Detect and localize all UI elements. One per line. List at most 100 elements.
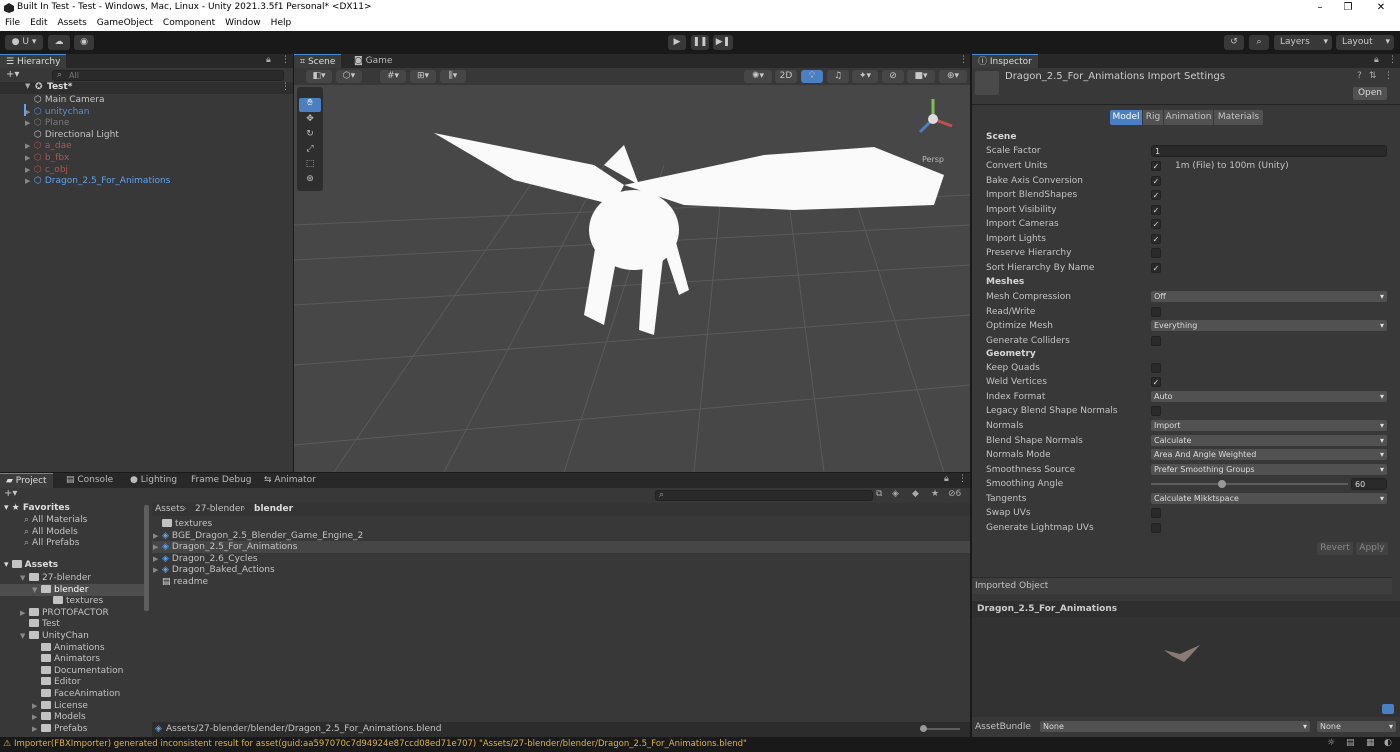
tab-animator[interactable]: ⇆ Animator — [258, 473, 322, 488]
tree-item[interactable]: ▶ PROTOFACTOR — [0, 607, 144, 619]
debug-icon[interactable]: ☼ — [1327, 738, 1335, 748]
open-button[interactable]: Open — [1353, 87, 1387, 100]
tag-icon[interactable]: ◆ — [912, 489, 919, 499]
smoothing-angle-slider[interactable] — [1151, 480, 1348, 488]
expand-arrow-icon[interactable]: ▶ — [25, 140, 30, 152]
hierarchy-item[interactable]: ▶ ⬡ unitychan — [25, 106, 90, 118]
expand-arrow-icon[interactable]: ▶ — [153, 564, 158, 576]
index-format-dropdown[interactable]: Auto — [1151, 391, 1387, 402]
expand-arrow-icon[interactable]: ▶ — [153, 530, 158, 542]
lock-icon[interactable]: 🔒︎ — [1374, 55, 1379, 65]
menu-assets[interactable]: Assets — [53, 16, 92, 28]
file-item[interactable]: ▶ ◈ Dragon_2.5_For_Animations — [152, 541, 970, 554]
bake-axis-checkbox[interactable]: ✓ — [1151, 176, 1161, 186]
shading-mode-icon[interactable]: ✺▾ — [744, 70, 772, 83]
file-item[interactable]: ▶ ◈ Dragon_2.6_Cycles — [152, 553, 970, 565]
favorites-header[interactable]: ▾ ★ Favorites — [4, 503, 70, 513]
collab-icon[interactable]: ◉ — [74, 35, 94, 50]
gizmos-icon[interactable]: ⊕▾ — [939, 70, 967, 83]
hierarchy-item[interactable]: ⬡ Main Camera — [34, 94, 105, 106]
tab-console[interactable]: ▤ Console — [60, 473, 119, 488]
expand-arrow-icon[interactable]: ▶ — [25, 152, 30, 164]
settings-icon[interactable]: ⇅ — [1369, 71, 1377, 81]
expand-arrow-icon[interactable]: ▶ — [25, 117, 30, 129]
more-menu-icon[interactable]: ⋮ — [1384, 71, 1393, 81]
file-item[interactable]: ▶ ◈ Dragon_Baked_Actions — [152, 564, 970, 576]
tree-item[interactable]: ▶ Prefabs — [0, 723, 144, 735]
orientation-gizmo-icon[interactable] — [908, 94, 958, 144]
rotate-tool-icon[interactable]: ↻ — [299, 129, 321, 143]
menu-help[interactable]: Help — [266, 16, 297, 28]
layout-dropdown[interactable]: Layout ▾ — [1336, 35, 1394, 50]
expand-arrow-icon[interactable]: ▶ — [153, 553, 158, 565]
grid-toggle-icon[interactable]: #▾ — [380, 70, 406, 83]
create-icon[interactable]: +▾ — [4, 488, 17, 499]
expand-arrow-icon[interactable]: ▶ — [32, 711, 41, 723]
search-icon[interactable]: ⌕ — [1249, 35, 1269, 50]
normals-dropdown[interactable]: Import — [1151, 420, 1387, 431]
generate-lightmap-checkbox[interactable] — [1151, 523, 1161, 533]
expand-arrow-icon[interactable]: ▶ — [25, 164, 30, 176]
snap-icon[interactable]: ⊞▾ — [410, 70, 436, 83]
menu-gameobject[interactable]: GameObject — [92, 16, 158, 28]
expand-arrow-icon[interactable]: ▼ — [20, 630, 29, 642]
lock-icon[interactable]: 🔒︎ — [266, 55, 271, 65]
mesh-compression-dropdown[interactable]: Off — [1151, 291, 1387, 302]
tree-item[interactable]: Editor — [0, 676, 144, 688]
hierarchy-item[interactable]: ▶ ⬡ a_dae — [25, 140, 72, 152]
scene-viewport[interactable]: Persp — [294, 85, 970, 472]
scale-factor-input[interactable]: 1 — [1151, 145, 1387, 157]
play-button[interactable]: ▶ — [668, 35, 686, 50]
help-icon[interactable]: ? — [1357, 71, 1362, 81]
favorite-item[interactable]: ⌕ All Prefabs — [24, 537, 79, 549]
step-button[interactable]: ▶❚ — [713, 35, 733, 50]
tab-inspector[interactable]: ⓘ Inspector — [972, 54, 1038, 68]
blend-shape-normals-dropdown[interactable]: Calculate — [1151, 435, 1387, 446]
sort-hierarchy-checkbox[interactable]: ✓ — [1151, 263, 1161, 273]
breadcrumb-assets[interactable]: Assets — [155, 504, 184, 514]
hierarchy-scene-row[interactable]: ▼ ✪ Test* ⋮ — [0, 82, 293, 94]
hierarchy-search-input[interactable]: ⌕ All — [52, 70, 284, 81]
tree-item[interactable]: ▼ blender — [0, 583, 144, 596]
2d-toggle-button[interactable]: 2D — [775, 70, 797, 83]
imported-object-header[interactable]: Imported Object — [972, 577, 1392, 594]
close-button[interactable]: ✕ — [1366, 0, 1396, 16]
tangents-dropdown[interactable]: Calculate Mikktspace — [1151, 493, 1387, 504]
expand-arrow-icon[interactable]: ▶ — [32, 700, 41, 712]
tree-item[interactable]: Test — [0, 618, 144, 630]
favorite-item[interactable]: ⌕ All Materials — [24, 514, 87, 526]
layers-dropdown[interactable]: Layers ▾ — [1274, 35, 1332, 50]
read-write-checkbox[interactable] — [1151, 307, 1161, 317]
menu-component[interactable]: Component — [158, 16, 220, 28]
tree-item[interactable]: ▶ License — [0, 700, 144, 712]
tree-item[interactable]: FaceAnimation — [0, 688, 144, 700]
menu-edit[interactable]: Edit — [25, 16, 52, 28]
audio-toggle-icon[interactable]: ♫ — [827, 70, 849, 83]
tab-frame-debug[interactable]: Frame Debug — [185, 473, 258, 488]
hidden-packages-icon[interactable]: ⊘6 — [948, 489, 961, 499]
dragon-model[interactable] — [434, 133, 944, 335]
tab-materials[interactable]: Materials — [1214, 110, 1263, 125]
preserve-hierarchy-checkbox[interactable] — [1151, 248, 1161, 258]
tree-item[interactable]: ▶ Models — [0, 711, 144, 723]
hidden-objects-icon[interactable]: ⊘ — [882, 70, 904, 83]
breadcrumb-blender[interactable]: blender — [254, 504, 293, 514]
expand-arrow-icon[interactable]: ▶ — [32, 723, 41, 735]
revert-button[interactable]: Revert — [1317, 542, 1353, 555]
normals-mode-dropdown[interactable]: Area And Angle Weighted — [1151, 449, 1387, 460]
menu-file[interactable]: File — [0, 16, 25, 28]
lighting-toggle-icon[interactable]: 💡︎ — [801, 70, 823, 83]
draw-mode-dropdown[interactable]: ◧▾ — [306, 70, 332, 83]
more-menu-icon[interactable]: ⋮ — [281, 82, 290, 92]
hand-tool-icon[interactable]: ✋︎ — [299, 98, 321, 112]
more-menu-icon[interactable]: ⋮ — [959, 55, 968, 65]
expand-arrow-icon[interactable]: ▼ — [20, 572, 29, 584]
more-menu-icon[interactable]: ⋮ — [1388, 55, 1397, 65]
filter-label-icon[interactable]: ◈ — [892, 489, 899, 499]
tab-scene[interactable]: ⌗ Scene — [294, 54, 342, 68]
import-lights-checkbox[interactable]: ✓ — [1151, 234, 1161, 244]
favorite-item[interactable]: ⌕ All Models — [24, 526, 78, 538]
add-icon[interactable]: +▾ — [6, 69, 19, 80]
tab-lighting[interactable]: ● Lighting — [124, 473, 183, 488]
optimize-mesh-dropdown[interactable]: Everything — [1151, 320, 1387, 331]
